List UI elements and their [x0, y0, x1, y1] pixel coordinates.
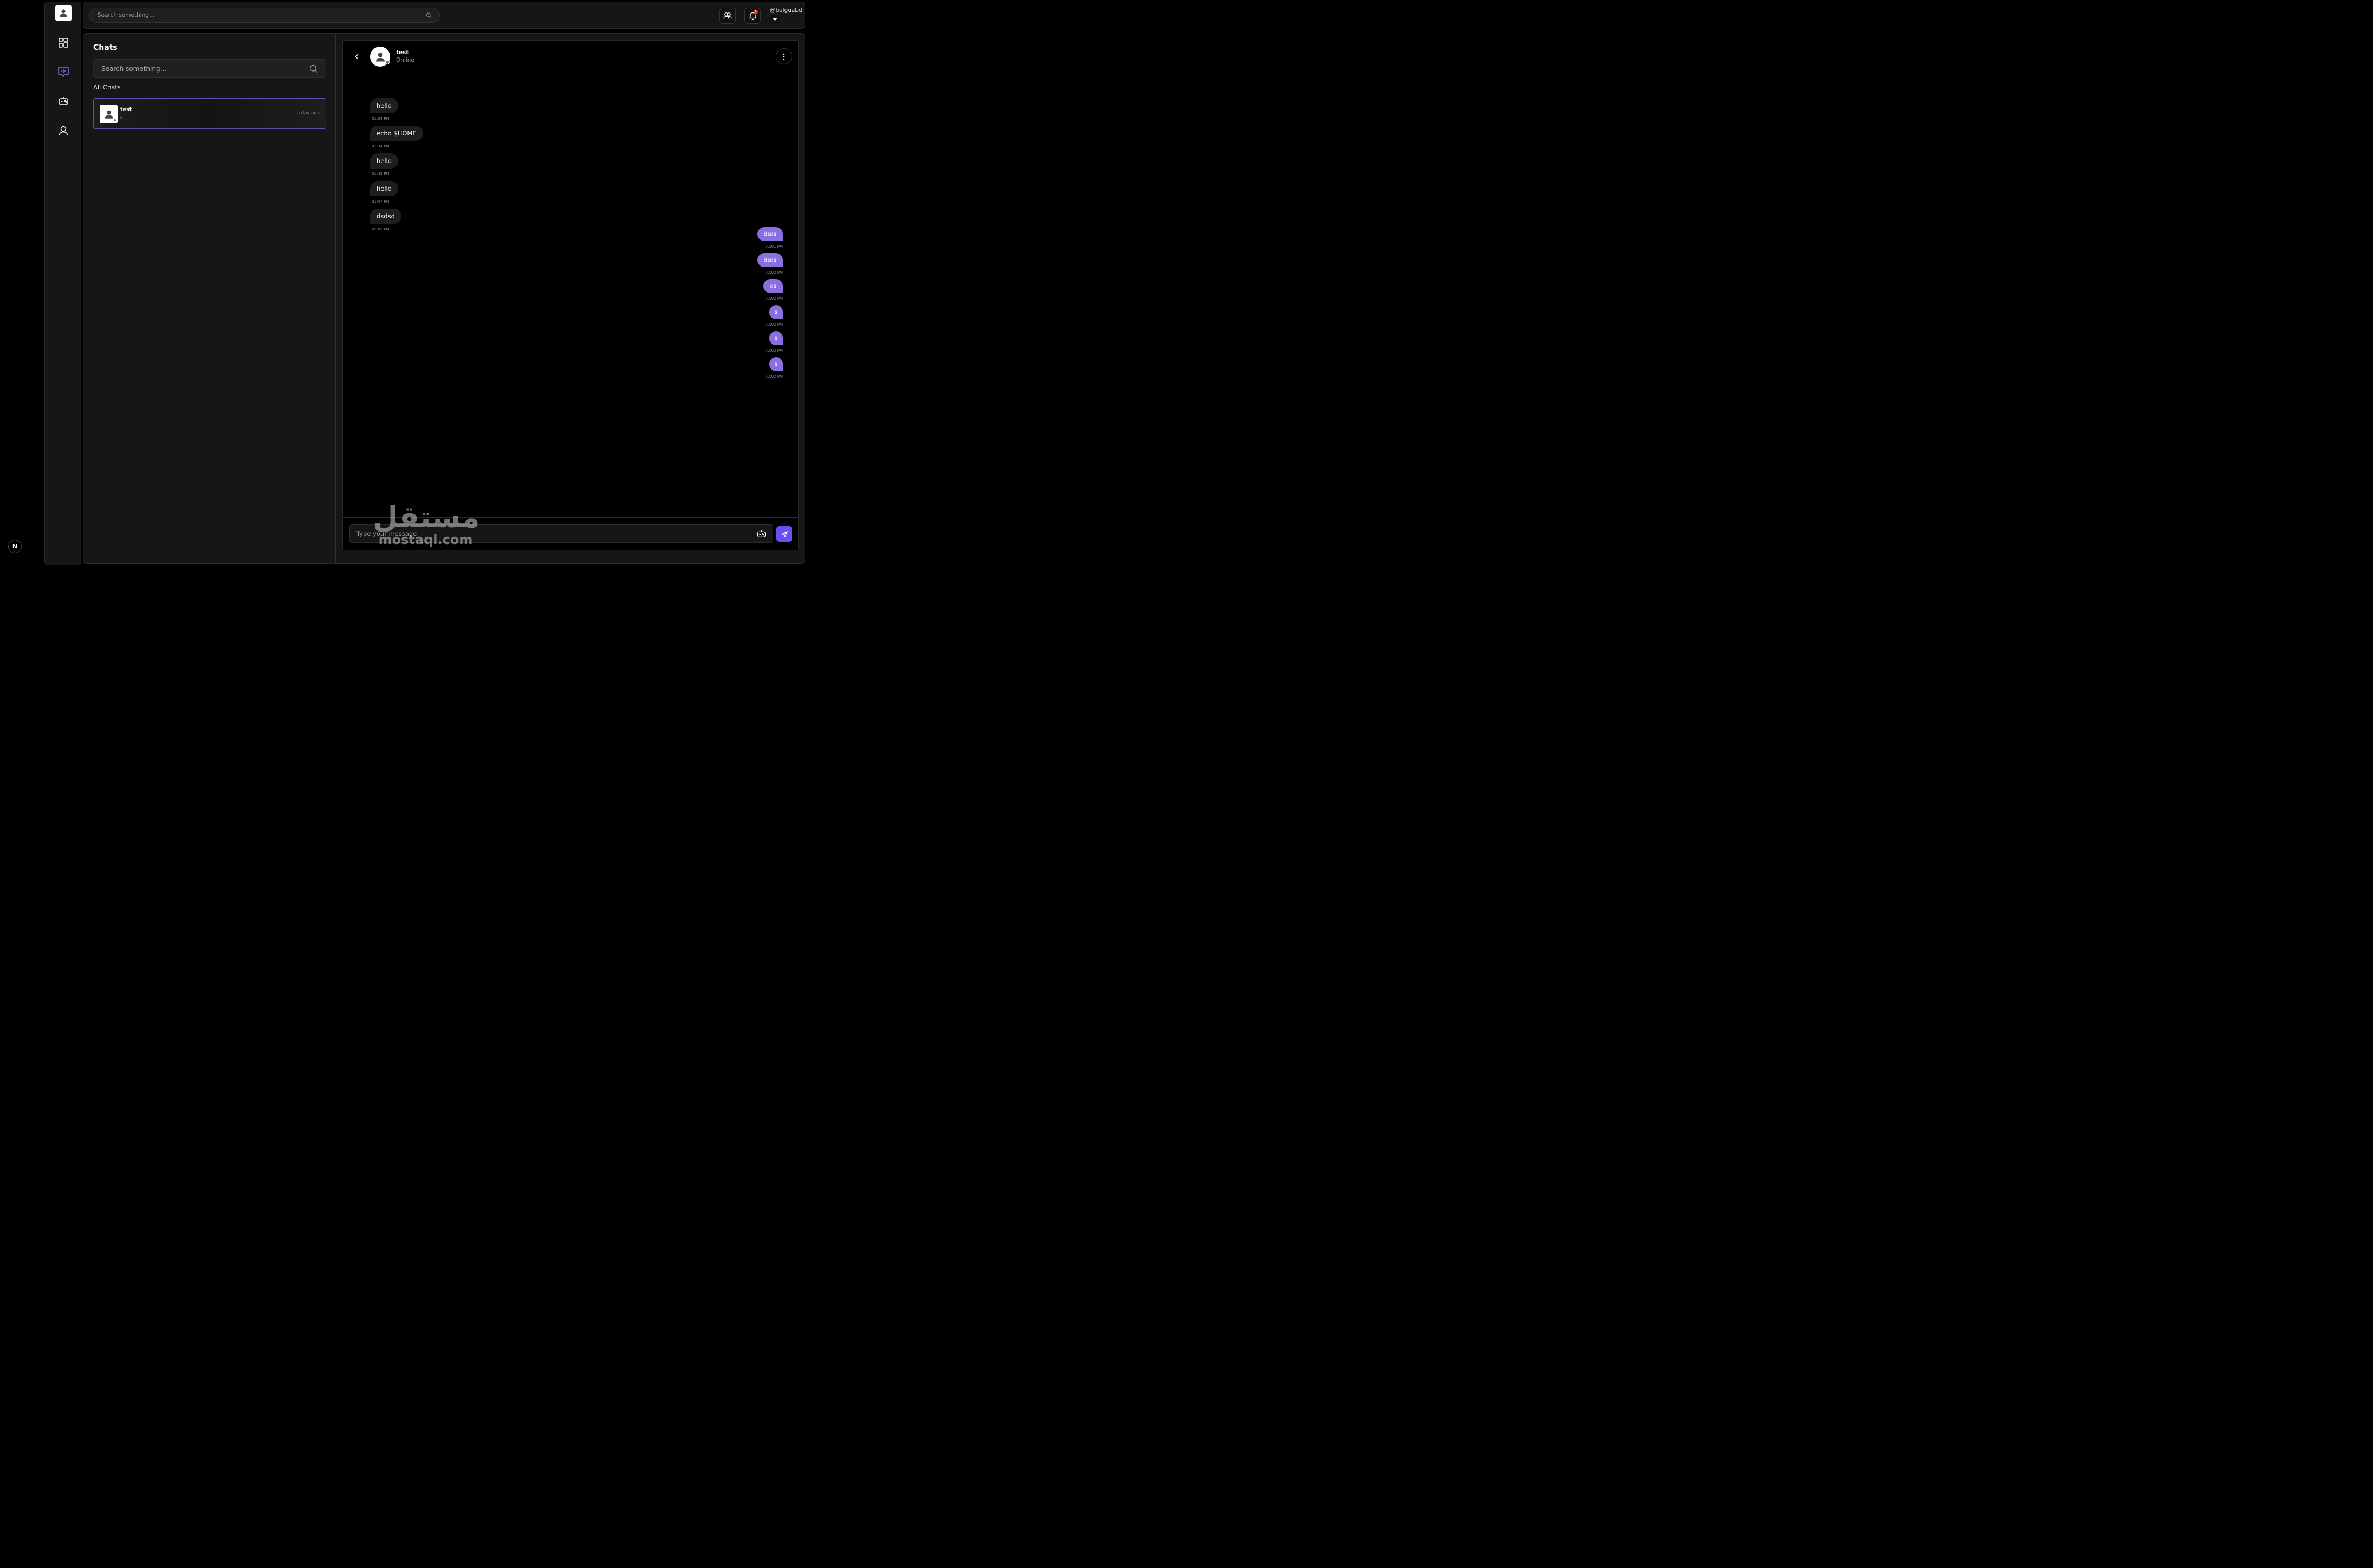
send-icon [781, 530, 788, 537]
game-invite-icon[interactable] [757, 530, 766, 538]
message-timestamp: 01:42 PM [372, 172, 390, 176]
message-bubble-incoming: dsdsd [370, 209, 401, 224]
notifications-button[interactable]: 0 [744, 8, 761, 24]
topbar: 0 @belguabd [83, 2, 805, 29]
message-text: s [774, 335, 777, 341]
chat-list-item[interactable]: test s a day ago [93, 98, 326, 129]
chats-title: Chats [93, 43, 118, 52]
chevron-left-icon [354, 53, 359, 60]
search-icon[interactable] [426, 12, 432, 18]
message-timestamp: 02:02 PM [765, 348, 783, 353]
message-bubble-incoming: hello [370, 153, 398, 169]
sidebar-item-profile[interactable] [57, 124, 70, 137]
chat-search[interactable] [93, 59, 326, 78]
user-avatar-icon [60, 9, 67, 17]
friends-button[interactable] [719, 8, 736, 24]
notification-badge: 0 [754, 10, 758, 14]
composer-area [343, 517, 798, 550]
caret-down-icon [773, 17, 777, 21]
message-text: ds [770, 283, 776, 289]
conversation-header: test Online [343, 41, 798, 73]
send-button[interactable] [776, 526, 792, 542]
user-avatar-icon [375, 52, 385, 62]
contact-name: test [396, 49, 409, 56]
message-timestamp: 01:34 PM [372, 144, 390, 148]
sidebar [44, 2, 81, 565]
message-composer[interactable] [349, 524, 773, 543]
chat-search-input[interactable] [101, 64, 309, 73]
message-bubble-outgoing: s [769, 331, 783, 345]
game-controller-icon [59, 97, 68, 105]
chat-item-last-message: s [120, 115, 123, 120]
message-timestamp: 02:01 PM [372, 227, 390, 231]
presence-dot [113, 119, 116, 122]
search-icon[interactable] [309, 64, 318, 73]
app-avatar[interactable] [55, 5, 72, 21]
sidebar-item-dashboard[interactable] [57, 36, 70, 49]
user-avatar-icon [105, 110, 113, 119]
profile-icon [59, 126, 68, 136]
chat-icon [58, 67, 69, 77]
global-search[interactable] [89, 8, 440, 23]
friends-icon [723, 12, 732, 19]
contact-status: Online [396, 57, 414, 63]
message-text: hello [377, 157, 392, 165]
message-text: s [774, 309, 777, 315]
message-bubble-outgoing: s [769, 357, 783, 371]
chats-panel: Chats All Chats test s a day ago [83, 33, 335, 564]
username: @belguabd [770, 7, 802, 14]
avatar [100, 105, 118, 123]
message-bubble-incoming: hello [370, 98, 398, 113]
avatar[interactable] [370, 47, 390, 67]
message-timestamp: 01:47 PM [372, 199, 390, 204]
more-options-button[interactable] [776, 48, 792, 64]
presence-dot [385, 60, 390, 64]
conversation-panel: test Online hello 01:34 PM echo $HOME 01… [335, 33, 805, 564]
message-bubble-outgoing: dsds [757, 227, 783, 241]
message-bubble-outgoing: s [769, 305, 783, 319]
chat-item-time: a day ago [296, 111, 320, 116]
message-timestamp: 02:01 PM [765, 244, 783, 249]
message-timestamp: 02:02 PM [765, 296, 783, 301]
message-text: s [774, 361, 777, 367]
message-timestamp: 02:02 PM [765, 270, 783, 275]
message-text: dsds [763, 257, 776, 263]
chat-item-name: test [120, 107, 132, 113]
message-timestamp: 01:34 PM [372, 116, 390, 121]
message-text: hello [377, 102, 392, 109]
message-bubble-incoming: hello [370, 181, 398, 196]
user-menu-toggle[interactable] [770, 15, 780, 24]
message-bubble-outgoing: ds [763, 279, 783, 293]
sidebar-item-chat[interactable] [57, 66, 70, 79]
message-text: echo $HOME [377, 129, 417, 137]
message-input[interactable] [356, 530, 757, 537]
sidebar-item-game[interactable] [57, 95, 70, 108]
message-bubble-outgoing: dsds [757, 253, 783, 267]
conversation: test Online hello 01:34 PM echo $HOME 01… [342, 40, 799, 550]
message-text: dsdsd [377, 212, 395, 220]
dashboard-icon [59, 38, 68, 48]
nextjs-dev-badge[interactable]: N [8, 540, 22, 553]
message-bubble-incoming: echo $HOME [370, 126, 423, 141]
message-text: hello [377, 185, 392, 192]
message-timestamp: 02:02 PM [765, 374, 783, 379]
back-button[interactable] [353, 52, 360, 61]
global-search-input[interactable] [98, 12, 426, 18]
message-timestamp: 02:02 PM [765, 322, 783, 327]
message-text: dsds [763, 231, 776, 237]
all-chats-label: All Chats [93, 83, 121, 91]
more-vertical-icon [783, 53, 785, 60]
